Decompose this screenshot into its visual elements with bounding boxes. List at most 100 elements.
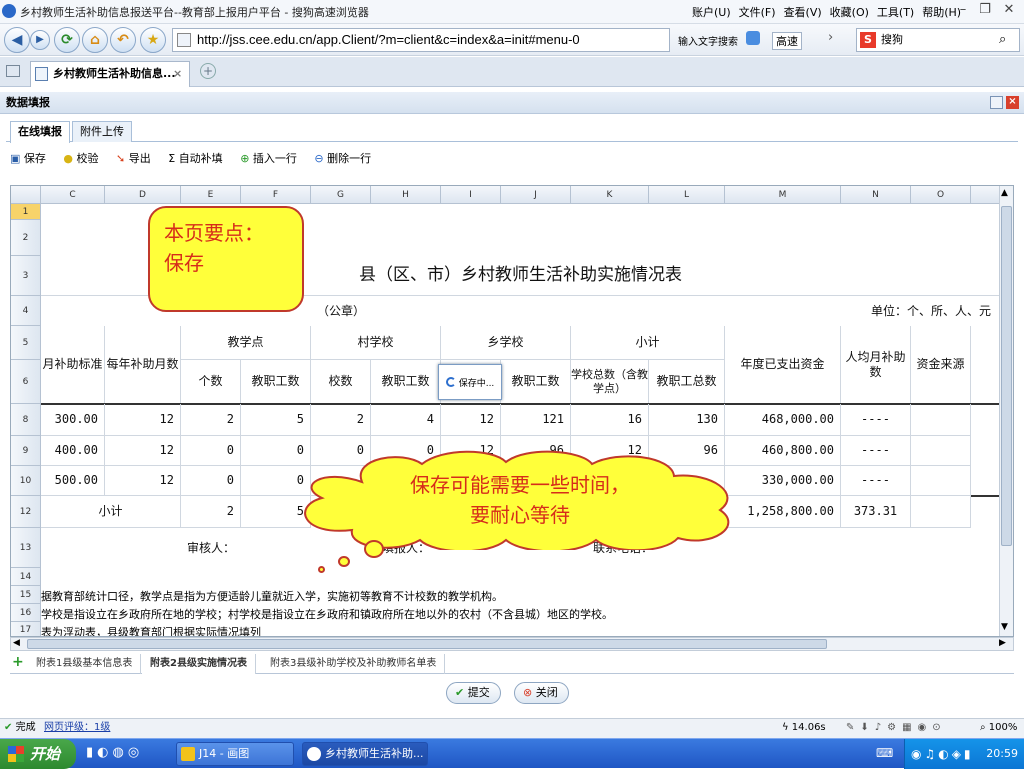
search-icon[interactable]: ⌕ [999,29,1006,51]
tab-online-fill[interactable]: 在线填报 [10,121,70,143]
table-cell[interactable]: ---- [841,404,911,436]
column-header[interactable]: G [311,186,371,204]
row-header[interactable]: 9 [11,436,41,466]
speed-mode-button[interactable]: 高速 [772,32,802,50]
table-cell[interactable] [911,496,971,528]
menu-file[interactable]: 文件(F) [739,6,776,19]
table-cell[interactable]: 12 [105,404,181,436]
auto-fill-button[interactable]: Σ 自动补填 [168,152,222,165]
table-cell[interactable]: ---- [841,466,911,496]
page-rating-link[interactable]: 网页评级：1级 [44,719,110,737]
table-cell[interactable]: 12 [105,466,181,496]
row-header[interactable]: 12 [11,496,41,528]
address-bar[interactable]: http://jss.cee.edu.cn/app.Client/?m=clie… [172,28,670,52]
keyboard-icon[interactable]: ⌨ [876,746,893,760]
restore-icon[interactable]: ❐ [976,2,994,20]
table-cell[interactable]: 300.00 [41,404,105,436]
table-cell[interactable]: 12 [105,436,181,466]
table-cell[interactable]: 130 [649,404,725,436]
scroll-thumb[interactable] [27,639,827,649]
save-button[interactable]: ▣ 保存 [10,152,46,165]
tab-attachment-upload[interactable]: 附件上传 [72,121,132,142]
menu-tools[interactable]: 工具(T) [877,6,914,19]
row-header[interactable]: 16 [11,604,41,622]
table-cell[interactable] [911,436,971,466]
table-cell[interactable]: 12 [441,404,501,436]
column-header[interactable]: I [441,186,501,204]
delete-row-button[interactable]: ⊖ 删除一行 [314,152,371,165]
close-tab-icon[interactable]: × [173,62,182,86]
table-cell[interactable]: 121 [501,404,571,436]
table-cell[interactable]: 400.00 [41,436,105,466]
zoom-level[interactable]: ⌕ 100% [980,719,1017,737]
row-header[interactable]: 15 [11,586,41,604]
horizontal-scrollbar[interactable]: ◀ ▶ [10,637,1014,651]
row-header[interactable]: 6 [11,360,41,404]
row-header[interactable]: 17 [11,622,41,636]
forward-button[interactable]: ▶ [30,30,50,50]
tab-rural-teacher[interactable]: 乡村教师生活补助信息... × [30,61,190,87]
back-button[interactable]: ◀ [4,27,30,53]
table-cell[interactable]: 2 [311,404,371,436]
column-header[interactable]: K [571,186,649,204]
submit-button[interactable]: ✔ 提交 [446,682,501,704]
column-header[interactable]: E [181,186,241,204]
table-cell[interactable]: 4 [371,404,441,436]
panel-restore-icon[interactable] [990,96,1003,109]
table-cell[interactable]: 468,000.00 [725,404,841,436]
new-tab-icon[interactable]: + [200,63,216,79]
sheet-tab-implementation[interactable]: 附表2县级实施情况表 [142,654,256,674]
row-header[interactable]: 1 [11,204,41,220]
sheet-tab-school-list[interactable]: 附表3县级补助学校及补助教师名单表 [262,654,446,674]
export-button[interactable]: ➘ 导出 [116,152,151,165]
table-cell[interactable]: 2 [181,496,241,528]
menu-account[interactable]: 账户(U) [692,6,731,19]
table-cell[interactable]: 16 [571,404,649,436]
quick-launch-icons[interactable]: ▮◐◍◎ [86,745,143,760]
tray-icons[interactable]: ◉♫◐◈▮ [911,739,974,769]
refresh-icon[interactable]: ⟳ [54,27,80,53]
task-browser[interactable]: 乡村教师生活补助... [302,742,428,766]
column-header[interactable]: O [911,186,971,204]
row-header[interactable]: 5 [11,326,41,360]
column-header[interactable]: N [841,186,911,204]
row-header[interactable]: 4 [11,296,41,326]
table-cell[interactable] [911,404,971,436]
column-header[interactable]: F [241,186,311,204]
panel-close-icon[interactable]: × [1006,96,1019,109]
table-cell[interactable]: 0 [181,466,241,496]
row-header[interactable]: 3 [11,256,41,296]
table-cell[interactable]: 0 [181,436,241,466]
sidebar-toggle-icon[interactable] [6,65,20,77]
menu-view[interactable]: 查看(V) [784,6,822,19]
column-header[interactable]: L [649,186,725,204]
minimize-icon[interactable]: – [954,2,972,20]
start-button[interactable]: 开始 [0,739,76,769]
scroll-down-icon[interactable]: ▼ [1001,622,1008,632]
column-header[interactable]: D [105,186,181,204]
sheet-tab-basic-info[interactable]: 附表1县级基本信息表 [28,654,142,674]
row-header[interactable]: 2 [11,220,41,256]
row-header[interactable]: 14 [11,568,41,586]
table-cell[interactable] [911,466,971,496]
shield-icon[interactable] [746,31,760,45]
scroll-up-icon[interactable]: ▲ [1001,188,1008,198]
table-cell[interactable]: ---- [841,436,911,466]
table-cell[interactable]: 5 [241,404,311,436]
scroll-thumb[interactable] [1001,206,1012,546]
row-header[interactable]: 10 [11,466,41,496]
column-header[interactable]: J [501,186,571,204]
table-cell[interactable]: 500.00 [41,466,105,496]
undo-icon[interactable]: ↶ [110,27,136,53]
row-header[interactable]: 13 [11,528,41,568]
close-button[interactable]: ⊗ 关闭 [514,682,569,704]
task-paint[interactable]: J14 - 画图 [176,742,294,766]
add-sheet-icon[interactable]: + [12,654,24,670]
favorite-star-icon[interactable]: ★ [140,27,166,53]
search-input[interactable]: S 搜狗 ⌕ [856,28,1020,52]
column-header[interactable]: C [41,186,105,204]
menu-favorites[interactable]: 收藏(O) [830,6,869,19]
table-cell[interactable]: 2 [181,404,241,436]
status-icons[interactable]: ✎⬇♪⚙▦◉⊙ [846,719,947,737]
home-icon[interactable]: ⌂ [82,27,108,53]
